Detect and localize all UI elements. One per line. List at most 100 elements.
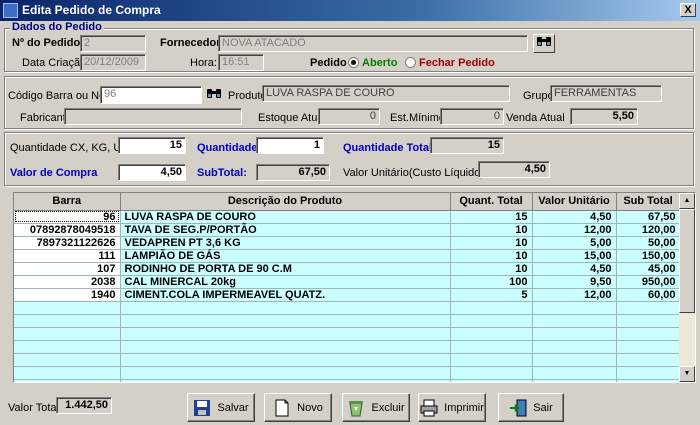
table-row[interactable]: 107 RODINHO DE PORTA DE 90 C.M 10 4,50 45,00 [14,262,681,276]
fornecedor-field[interactable]: NOVA ATACADO [218,35,528,52]
estoque-atual-field[interactable]: 0 [318,108,380,125]
cell-valor-unitario[interactable]: 9,50 [532,275,617,289]
cell-quant-total[interactable]: 5 [450,288,533,302]
cell-valor-unitario[interactable] [532,301,617,315]
cell-valor-unitario[interactable]: 15,00 [532,249,617,263]
cell-descricao[interactable] [120,353,451,367]
cell-valor-unitario[interactable] [532,379,617,382]
fechar-pedido-radio[interactable] [405,57,416,68]
cell-valor-unitario[interactable]: 4,50 [532,210,617,224]
cell-sub-total[interactable] [616,340,681,354]
salvar-button[interactable]: Salvar [187,393,255,422]
cell-descricao[interactable]: LUVA RASPA DE COURO [120,210,451,224]
column-header-sub-total[interactable]: Sub Total [616,193,681,211]
table-row-empty[interactable] [14,314,681,328]
table-row[interactable]: 07892878049518 TAVA DE SEG.P/PORTÃO 10 12,0… [14,223,681,237]
cell-quant-total[interactable]: 100 [450,275,533,289]
table-row[interactable]: 96 LUVA RASPA DE COURO 15 4,50 67,50 [14,210,681,224]
cell-quant-total[interactable] [450,327,533,341]
subtotal-field[interactable]: 67,50 [256,164,330,181]
cell-sub-total[interactable] [616,379,681,382]
close-button[interactable]: X [680,3,696,17]
excluir-button[interactable]: Excluir [342,393,410,422]
cell-valor-unitario[interactable]: 4,50 [532,262,617,276]
column-header-barra[interactable]: Barra [14,193,121,211]
cell-quant-total[interactable]: 10 [450,223,533,237]
cell-valor-unitario[interactable] [532,340,617,354]
data-criacao-field[interactable]: 20/12/2009 [80,54,146,71]
cell-sub-total[interactable]: 45,00 [616,262,681,276]
cell-valor-unitario[interactable] [532,353,617,367]
cell-sub-total[interactable]: 67,50 [616,210,681,224]
cell-quant-total[interactable]: 15 [450,210,533,224]
valor-unitario-field[interactable]: 4,50 [478,161,550,178]
scroll-up-arrow-icon[interactable]: ▲ [679,193,695,209]
cell-barra[interactable] [14,340,121,354]
table-row-empty[interactable] [14,379,681,382]
cell-descricao[interactable]: VEDAPREN PT 3,6 KG [120,236,451,250]
table-row[interactable]: 1940 CIMENT.COLA IMPERMEAVEL QUATZ. 5 12,00… [14,288,681,302]
scroll-down-arrow-icon[interactable]: ▼ [679,366,695,382]
quantidade-input[interactable]: 1 [256,137,324,154]
cell-sub-total[interactable] [616,353,681,367]
cell-valor-unitario[interactable] [532,366,617,380]
cell-quant-total[interactable] [450,353,533,367]
cell-barra[interactable] [14,327,121,341]
cell-barra[interactable]: 96 [14,210,121,224]
table-row-empty[interactable] [14,340,681,354]
cell-descricao[interactable] [120,366,451,380]
cell-barra[interactable] [14,314,121,328]
cell-quant-total[interactable]: 10 [450,262,533,276]
cell-sub-total[interactable]: 950,00 [616,275,681,289]
items-grid[interactable]: Barra Descrição do Produto Quant. Total … [13,192,696,383]
cell-barra[interactable] [14,353,121,367]
cell-barra[interactable] [14,366,121,380]
table-row[interactable]: 111 LAMPIÃO DE GÁS 10 15,00 150,00 [14,249,681,263]
fechar-pedido-radio-label[interactable]: Fechar Pedido [419,57,495,69]
cell-barra[interactable]: 2038 [14,275,121,289]
numero-pedido-field[interactable]: 2 [80,35,146,52]
table-row[interactable]: 7897321122626 VEDAPREN PT 3,6 KG 10 5,00 50,… [14,236,681,250]
cell-quant-total[interactable]: 10 [450,236,533,250]
aberto-radio-label[interactable]: Aberto [362,57,397,69]
cell-quant-total[interactable]: 10 [450,249,533,263]
estoque-minimo-field[interactable]: 0 [440,108,504,125]
cell-descricao[interactable] [120,340,451,354]
cell-barra[interactable] [14,301,121,315]
cell-barra[interactable]: 7897321122626 [14,236,121,250]
aberto-radio[interactable] [348,57,359,68]
quantidade-cx-input[interactable]: 15 [118,137,186,154]
cell-sub-total[interactable] [616,314,681,328]
fornecedor-search-button[interactable] [533,34,555,53]
cell-valor-unitario[interactable] [532,327,617,341]
fabricante-field[interactable] [64,108,242,125]
cell-valor-unitario[interactable] [532,314,617,328]
cell-quant-total[interactable] [450,366,533,380]
cell-descricao[interactable]: CAL MINERCAL 20kg [120,275,451,289]
valor-compra-input[interactable]: 4,50 [118,164,186,181]
cell-descricao[interactable]: LAMPIÃO DE GÁS [120,249,451,263]
cell-descricao[interactable]: CIMENT.COLA IMPERMEAVEL QUATZ. [120,288,451,302]
cell-valor-unitario[interactable]: 12,00 [532,288,617,302]
table-row[interactable]: 2038 CAL MINERCAL 20kg 100 9,50 950,00 [14,275,681,289]
cell-sub-total[interactable]: 120,00 [616,223,681,237]
cell-sub-total[interactable] [616,366,681,380]
cell-barra[interactable]: 1940 [14,288,121,302]
venda-atual-field[interactable]: 5,50 [570,108,638,125]
cell-barra[interactable]: 111 [14,249,121,263]
cell-quant-total[interactable] [450,314,533,328]
cell-sub-total[interactable] [616,301,681,315]
cell-descricao[interactable]: RODINHO DE PORTA DE 90 C.M [120,262,451,276]
cell-sub-total[interactable] [616,327,681,341]
grupo-field[interactable]: FERRAMENTAS [550,85,662,102]
cell-barra[interactable] [14,379,121,382]
table-row-empty[interactable] [14,353,681,367]
cell-sub-total[interactable]: 60,00 [616,288,681,302]
cell-barra[interactable]: 107 [14,262,121,276]
cell-valor-unitario[interactable]: 5,00 [532,236,617,250]
cell-barra[interactable]: 07892878049518 [14,223,121,237]
cell-descricao[interactable] [120,301,451,315]
table-row-empty[interactable] [14,301,681,315]
produto-field[interactable]: LUVA RASPA DE COURO [262,85,510,102]
column-header-descricao[interactable]: Descrição do Produto [120,193,451,211]
